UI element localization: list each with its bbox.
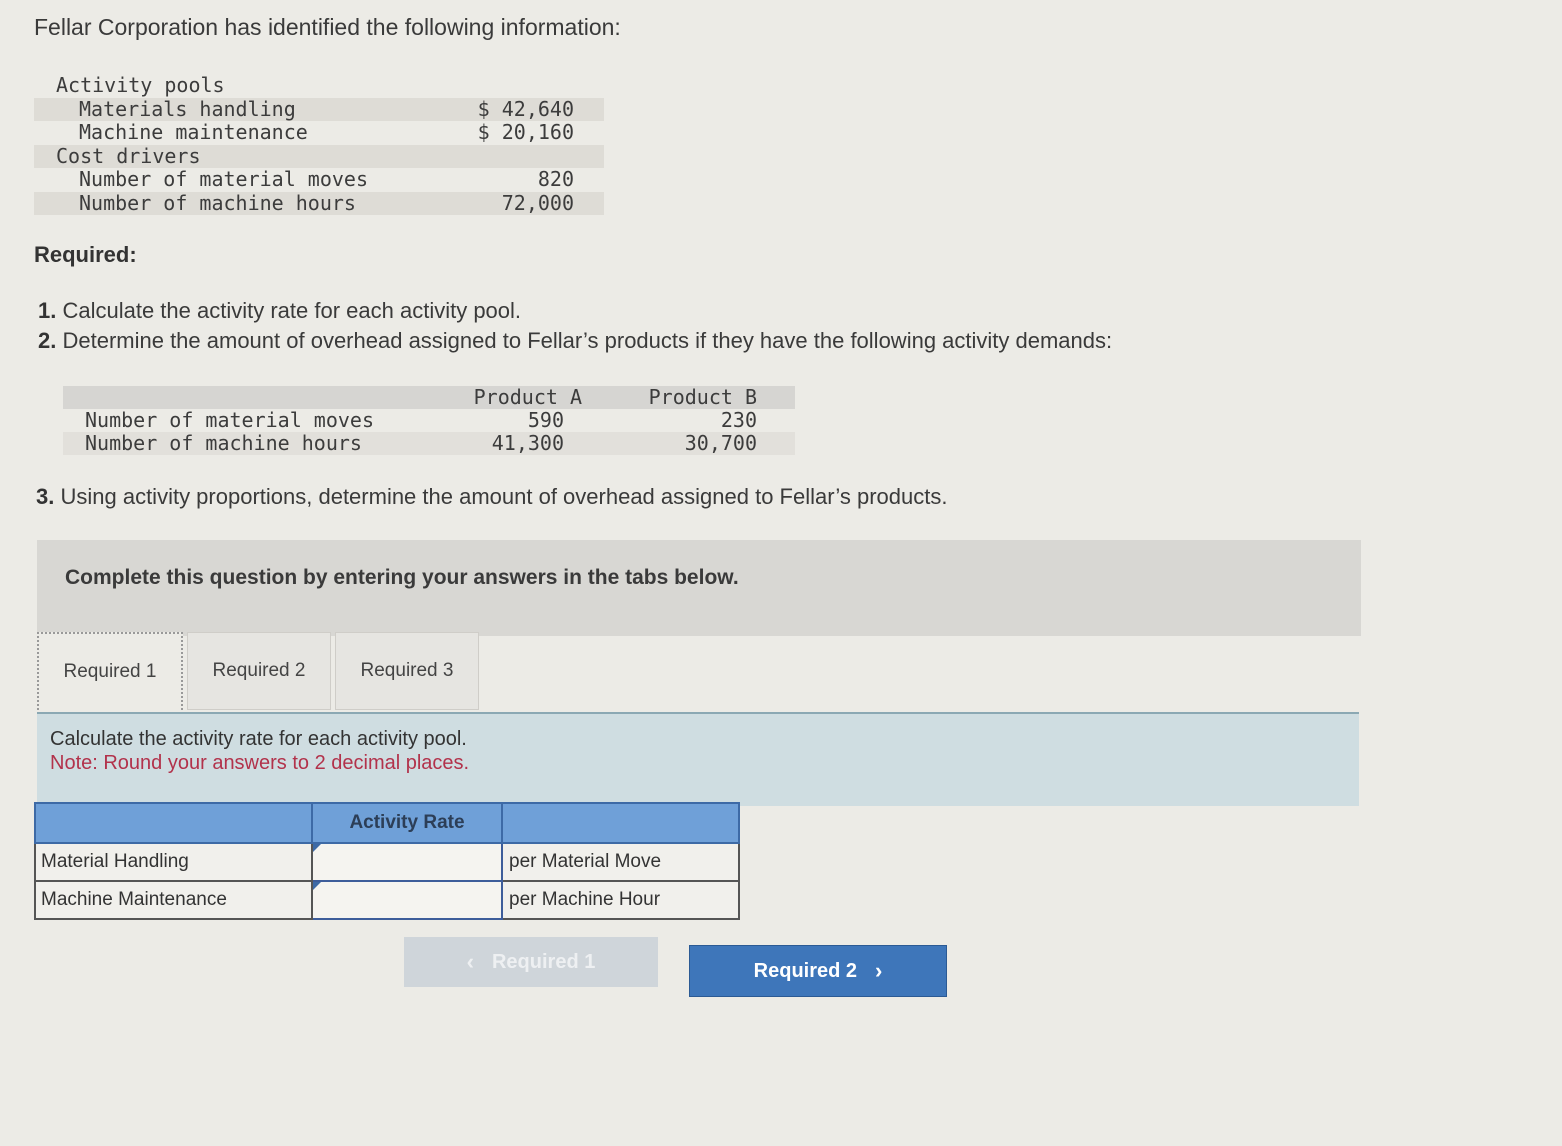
driver-value: 72,000 bbox=[447, 191, 604, 215]
demand-row: Number of material moves 590 230 bbox=[63, 409, 795, 432]
intro-text: Fellar Corporation has identified the fo… bbox=[34, 14, 621, 40]
rate-row: Material Handling per Material Move bbox=[34, 842, 740, 882]
prev-required-button[interactable]: ‹ Required 1 bbox=[404, 937, 658, 987]
rounding-note: Note: Round your answers to 2 decimal pl… bbox=[50, 752, 470, 774]
required-heading: Required: bbox=[34, 242, 137, 267]
required-item: 2. Determine the amount of overhead assi… bbox=[38, 326, 1112, 356]
rate-unit: per Material Move bbox=[501, 842, 740, 882]
chevron-right-icon: › bbox=[875, 958, 883, 983]
product-b-value: 30,700 bbox=[582, 432, 795, 455]
required-item: 1. Calculate the activity rate for each … bbox=[38, 296, 1112, 326]
pool-label: Materials handling bbox=[34, 97, 448, 121]
prev-button-label: Required 1 bbox=[491, 950, 596, 973]
pool-name: Machine Maintenance bbox=[34, 880, 313, 920]
banner-text: Complete this question by entering your … bbox=[65, 566, 739, 589]
driver-row: Number of material moves 820 bbox=[34, 167, 604, 192]
instruction-banner: Complete this question by entering your … bbox=[37, 540, 1361, 636]
product-b-value: 230 bbox=[720, 408, 757, 432]
demand-label: Number of material moves bbox=[85, 408, 374, 432]
item-number: 2. bbox=[38, 328, 57, 353]
tab-required-3[interactable]: Required 3 bbox=[335, 632, 479, 710]
pool-name: Material Handling bbox=[34, 842, 313, 882]
machine-maintenance-rate-input[interactable] bbox=[313, 883, 501, 917]
item-text: Using activity proportions, determine th… bbox=[54, 484, 948, 509]
driver-label: Number of machine hours bbox=[34, 191, 448, 215]
cost-drivers-header-row: Cost drivers bbox=[34, 144, 604, 168]
chevron-left-icon: ‹ bbox=[466, 949, 474, 974]
pool-value: $ 20,160 bbox=[477, 120, 574, 144]
activity-rate-table: Activity Rate Material Handling per Mate… bbox=[34, 802, 740, 920]
tab-required-1[interactable]: Required 1 bbox=[37, 632, 183, 710]
product-a-value: 41,300 bbox=[414, 432, 582, 455]
pool-row: Machine maintenance $ 20,160 bbox=[34, 120, 604, 145]
demand-label: Number of machine hours bbox=[63, 432, 414, 455]
required-item-3: 3. Using activity proportions, determine… bbox=[36, 484, 947, 510]
activity-pools-label: Activity pools bbox=[56, 73, 225, 97]
driver-label: Number of material moves bbox=[79, 167, 368, 191]
next-button-label: Required 2 bbox=[753, 959, 858, 982]
item-text: Calculate the activity rate for each act… bbox=[56, 298, 522, 323]
cost-drivers-label: Cost drivers bbox=[34, 144, 448, 168]
driver-value: 820 bbox=[537, 167, 574, 191]
item-text: Determine the amount of overhead assigne… bbox=[56, 328, 1113, 353]
instruction-text: Calculate the activity rate for each act… bbox=[50, 728, 467, 750]
rate-unit: per Machine Hour bbox=[501, 880, 740, 920]
demand-row: Number of machine hours 41,300 30,700 bbox=[63, 432, 795, 455]
activity-demands-table: Product A Product B Number of material m… bbox=[63, 386, 795, 455]
required-list: 1. Calculate the activity rate for each … bbox=[38, 296, 1112, 356]
rate-row: Machine Maintenance per Machine Hour bbox=[34, 880, 740, 920]
activity-pools-header-row: Activity pools bbox=[34, 73, 604, 98]
demand-header-row: Product A Product B bbox=[63, 386, 795, 409]
product-a-header: Product A bbox=[414, 386, 582, 409]
tab-instructions: Calculate the activity rate for each act… bbox=[37, 712, 1359, 806]
pool-label: Machine maintenance bbox=[79, 120, 308, 144]
pool-row: Materials handling $ 42,640 bbox=[34, 97, 604, 121]
activity-info-table: Activity pools Materials handling $ 42,6… bbox=[34, 73, 604, 215]
activity-rate-header: Activity Rate bbox=[311, 802, 503, 844]
material-handling-rate-input[interactable] bbox=[313, 845, 501, 879]
pool-value: $ 42,640 bbox=[447, 97, 604, 121]
item-number: 3. bbox=[36, 484, 55, 509]
next-required-button[interactable]: Required 2 › bbox=[689, 945, 947, 997]
rate-header-row: Activity Rate bbox=[34, 802, 740, 844]
product-a-value: 590 bbox=[527, 408, 564, 432]
item-number: 1. bbox=[38, 298, 57, 323]
product-b-header: Product B bbox=[582, 386, 795, 409]
tab-bar: Required 1 Required 2 Required 3 bbox=[37, 632, 483, 710]
driver-row: Number of machine hours 72,000 bbox=[34, 191, 604, 215]
tab-required-2[interactable]: Required 2 bbox=[187, 632, 331, 710]
